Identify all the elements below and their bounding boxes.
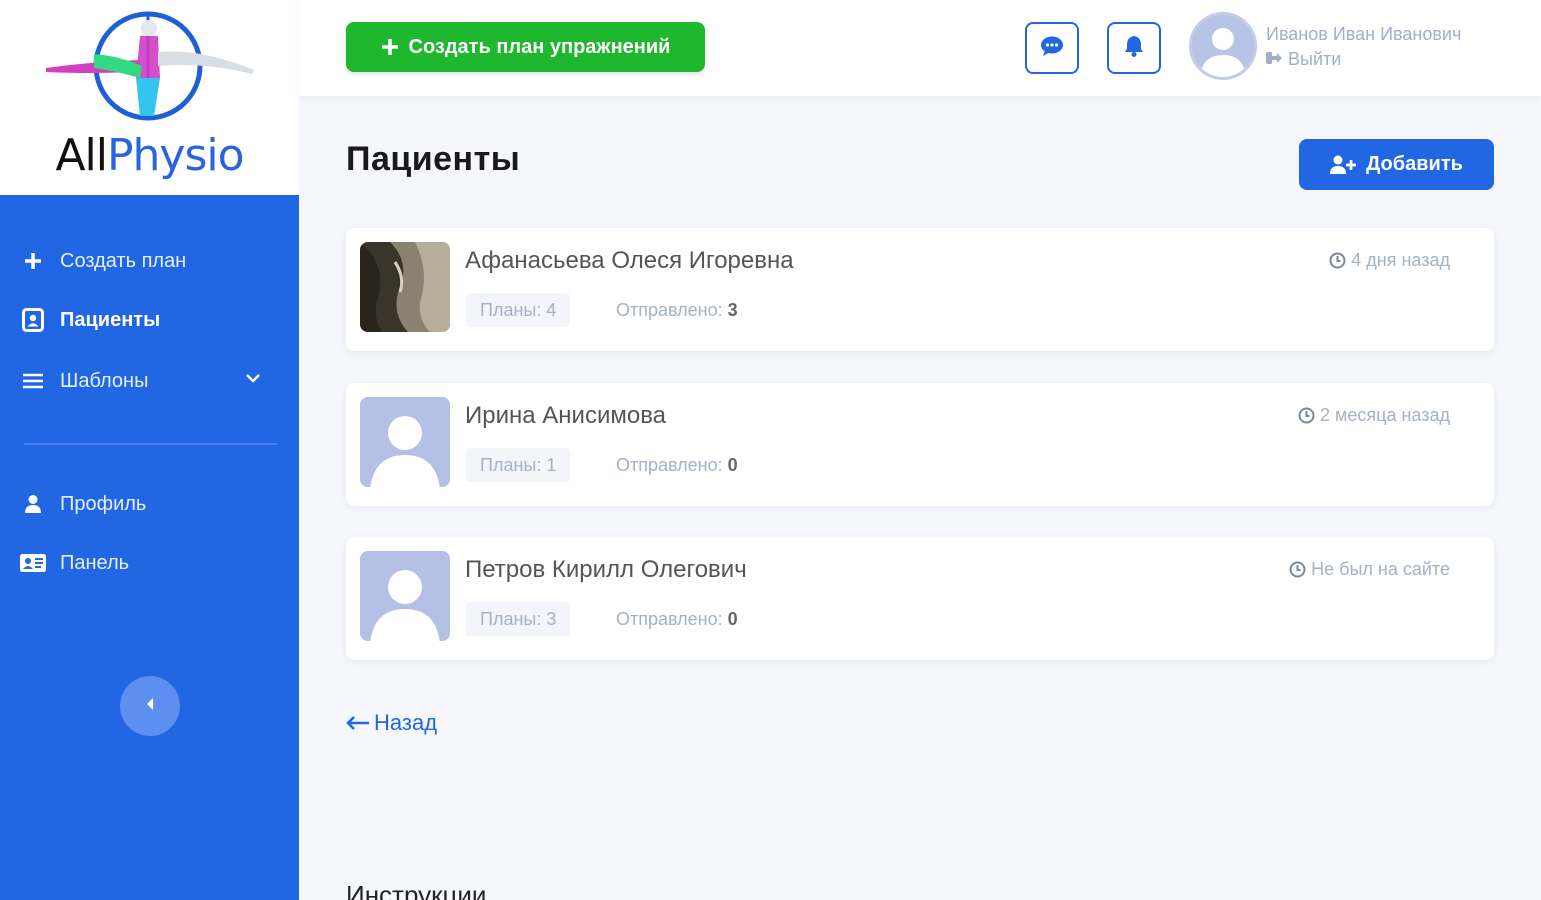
sent-count: Отправлено: 0 [616, 609, 738, 629]
default-avatar-icon [360, 397, 450, 487]
patient-card[interactable]: Ирина Анисимова Планы: 1 Отправлено: 0 2… [346, 383, 1494, 506]
sidebar-item-patients[interactable]: Пациенты [20, 300, 275, 340]
patient-card[interactable]: Афанасьева Олеся Игоревна Планы: 4 Отпра… [346, 228, 1494, 351]
add-patient-label: Добавить [1366, 153, 1463, 175]
sidebar-item-dashboard[interactable]: Панель [20, 543, 275, 583]
clock-icon [1329, 252, 1346, 269]
patient-name: Ирина Анисимова [465, 402, 667, 429]
user-avatar[interactable] [1189, 12, 1257, 80]
messages-button[interactable] [1025, 22, 1079, 74]
patient-card[interactable]: Петров Кирилл Олегович Планы: 3 Отправле… [346, 537, 1494, 660]
add-patient-button[interactable]: Добавить [1299, 139, 1494, 190]
sidebar-item-label: Пациенты [60, 308, 161, 331]
sent-count: Отправлено: 3 [616, 300, 738, 320]
patient-name: Петров Кирилл Олегович [465, 556, 747, 583]
sent-count: Отправлено: 0 [616, 455, 738, 475]
sidebar-item-profile[interactable]: Профиль [20, 484, 275, 524]
list-icon [20, 368, 46, 394]
plans-count: Планы: 1 [466, 448, 571, 482]
arrow-left-icon [346, 716, 370, 730]
plus-icon [381, 34, 399, 60]
default-avatar-icon [1192, 15, 1254, 77]
clock-icon [1289, 561, 1306, 578]
sidebar-item-label: Панель [60, 551, 130, 574]
user-icon [20, 491, 46, 517]
back-label: Назад [374, 710, 438, 735]
user-plus-icon [1330, 155, 1357, 175]
last-seen: 2 месяца назад [1298, 405, 1450, 426]
patient-avatar [360, 551, 450, 641]
user-name: Иванов Иван Иванович [1266, 24, 1462, 44]
default-avatar-icon [360, 551, 450, 641]
id-card-icon [20, 550, 46, 576]
sidebar-item-label: Профиль [60, 492, 147, 515]
clock-icon [1298, 407, 1315, 424]
patient-photo [360, 242, 450, 332]
page-title: Пациенты [346, 140, 521, 178]
bell-icon [1124, 35, 1144, 62]
logo-text: AllPhysio [55, 130, 244, 181]
sidebar-item-label: Создать план [60, 249, 187, 272]
patient-avatar [360, 397, 450, 487]
sidebar: AllPhysio Создать план Пациенты Шаблоны [0, 0, 299, 900]
logo[interactable]: AllPhysio [0, 0, 299, 195]
caret-left-icon [145, 697, 155, 716]
sign-out-icon [1266, 49, 1282, 70]
sidebar-collapse-button[interactable] [120, 676, 180, 736]
chevron-down-icon [245, 369, 261, 392]
last-seen: Не был на сайте [1289, 559, 1450, 580]
chat-icon [1040, 35, 1064, 62]
last-seen: 4 дня назад [1329, 250, 1450, 271]
create-exercise-plan-button[interactable]: Создать план упражнений [346, 22, 705, 72]
sidebar-divider [24, 443, 277, 445]
logout-link[interactable]: Выйти [1266, 49, 1341, 70]
top-header: Создать план упражнений Иванов Иван Иван… [299, 0, 1541, 96]
instructions-title: Инструкции [346, 880, 487, 900]
back-link[interactable]: Назад [346, 710, 437, 736]
plans-count: Планы: 4 [466, 293, 571, 327]
patient-name: Афанасьева Олеся Игоревна [465, 247, 794, 274]
plans-count: Планы: 3 [466, 602, 571, 636]
sidebar-item-templates[interactable]: Шаблоны [20, 361, 275, 401]
allphysio-logo-icon [46, 11, 254, 121]
create-exercise-plan-label: Создать план упражнений [408, 35, 671, 58]
logout-label: Выйти [1288, 49, 1342, 69]
sidebar-item-label: Шаблоны [60, 369, 149, 392]
contact-book-icon [20, 307, 46, 333]
sidebar-item-create-plan[interactable]: Создать план [20, 241, 275, 281]
plus-icon [20, 248, 46, 274]
notifications-button[interactable] [1107, 22, 1161, 74]
